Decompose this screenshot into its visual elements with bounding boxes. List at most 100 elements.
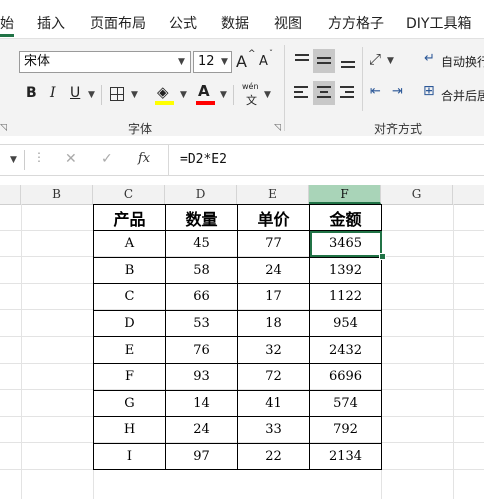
cell[interactable]: 66: [165, 283, 238, 311]
tab-insert[interactable]: 插入: [37, 13, 65, 33]
font-color-chevron-icon[interactable]: ▼: [220, 90, 227, 100]
fill-handle[interactable]: [379, 253, 386, 260]
cell[interactable]: 1122: [309, 283, 382, 311]
tab-home[interactable]: 始: [0, 13, 14, 33]
column-header-A-partial[interactable]: [0, 185, 21, 204]
active-cell[interactable]: 3465: [309, 230, 382, 258]
cell[interactable]: 14: [165, 389, 238, 418]
cell[interactable]: 97: [165, 442, 238, 471]
underline-button[interactable]: U: [70, 85, 80, 101]
header-cell-unit-price[interactable]: 单价: [237, 204, 310, 231]
grow-font-caret-icon: ^: [248, 49, 256, 59]
font-name-combobox[interactable]: 宋体: [19, 51, 191, 73]
cell[interactable]: 41: [237, 389, 310, 418]
column-header-H-partial[interactable]: [453, 185, 484, 204]
cell[interactable]: B: [93, 256, 166, 285]
cell[interactable]: F: [93, 362, 166, 391]
cancel-icon[interactable]: ✕: [65, 151, 77, 167]
italic-button[interactable]: I: [50, 85, 56, 101]
grow-font-button[interactable]: A: [236, 52, 247, 71]
cell[interactable]: A: [93, 230, 166, 258]
fill-color-swatch-bar: [155, 101, 174, 105]
font-color-button[interactable]: A: [198, 82, 210, 100]
column-header-C[interactable]: C: [93, 185, 165, 204]
align-left-button[interactable]: [294, 85, 310, 101]
cell[interactable]: 954: [309, 309, 382, 338]
cell[interactable]: 24: [237, 256, 310, 285]
cell[interactable]: E: [93, 336, 166, 364]
borders-button[interactable]: [110, 87, 124, 101]
fill-color-bucket-icon[interactable]: ◈: [157, 83, 169, 101]
tab-page-layout[interactable]: 页面布局: [90, 13, 146, 33]
clipboard-dialog-launcher-icon[interactable]: ◹: [0, 123, 7, 133]
cell[interactable]: 2432: [309, 336, 382, 364]
align-middle-icon: [317, 57, 331, 59]
header-cell-amount[interactable]: 金额: [309, 204, 382, 231]
shrink-font-button[interactable]: A: [259, 54, 268, 69]
cell[interactable]: 24: [165, 416, 238, 444]
enter-icon[interactable]: ✓: [101, 151, 113, 167]
header-cell-quantity[interactable]: 数量: [165, 204, 238, 231]
cell[interactable]: 58: [165, 256, 238, 285]
cell[interactable]: 22: [237, 442, 310, 471]
cell[interactable]: 33: [237, 416, 310, 444]
cell[interactable]: 93: [165, 362, 238, 391]
cell[interactable]: 574: [309, 389, 382, 418]
fill-color-chevron-icon[interactable]: ▼: [180, 90, 187, 100]
phonetic-chevron-icon[interactable]: ▼: [264, 90, 271, 100]
cell[interactable]: D: [93, 309, 166, 338]
bold-button[interactable]: B: [26, 85, 37, 101]
name-box-chevron-icon[interactable]: ▼: [10, 155, 17, 165]
cell[interactable]: 76: [165, 336, 238, 364]
align-line: [340, 96, 354, 98]
cell[interactable]: H: [93, 416, 166, 444]
increase-indent-icon[interactable]: ⇥: [392, 84, 403, 99]
cell[interactable]: 1392: [309, 256, 382, 285]
cell[interactable]: C: [93, 283, 166, 311]
cell[interactable]: 18: [237, 309, 310, 338]
merge-center-button[interactable]: 合并后居: [441, 87, 484, 104]
phonetic-guide-button[interactable]: 文: [246, 92, 257, 108]
align-top-button[interactable]: [293, 51, 311, 69]
font-size-chevron-icon[interactable]: ▼: [221, 57, 228, 67]
cell[interactable]: 45: [165, 230, 238, 258]
cell[interactable]: 6696: [309, 362, 382, 391]
header-cell-product[interactable]: 产品: [93, 204, 166, 231]
fill-color-swatch: [155, 101, 174, 105]
tab-formulas[interactable]: 公式: [169, 13, 197, 33]
orientation-chevron-icon[interactable]: ▼: [387, 56, 394, 66]
align-bottom-button[interactable]: [339, 51, 357, 69]
tab-data[interactable]: 数据: [221, 13, 249, 33]
cell[interactable]: I: [93, 442, 166, 471]
cell[interactable]: 72: [237, 362, 310, 391]
cell[interactable]: 32: [237, 336, 310, 364]
insert-function-icon[interactable]: fx: [138, 151, 150, 166]
font-dialog-launcher-icon[interactable]: ◹: [274, 123, 281, 133]
cell[interactable]: 2134: [309, 442, 382, 471]
tab-diy-toolbox[interactable]: DIY工具箱: [406, 13, 471, 33]
tab-fangfang-gezi[interactable]: 方方格子: [328, 13, 384, 33]
cell[interactable]: 53: [165, 309, 238, 338]
gridline: [453, 204, 454, 499]
column-header-G[interactable]: G: [381, 185, 453, 204]
column-header-E[interactable]: E: [237, 185, 309, 204]
font-name-chevron-icon[interactable]: ▼: [178, 57, 185, 67]
decrease-indent-icon[interactable]: ⇤: [370, 84, 381, 99]
formula-input[interactable]: =D2*E2: [180, 152, 227, 167]
column-header-F[interactable]: F: [309, 185, 381, 204]
orientation-icon[interactable]: ⤢: [369, 50, 381, 68]
align-right-button[interactable]: [340, 85, 356, 101]
align-center-button[interactable]: [313, 81, 335, 105]
cell[interactable]: 792: [309, 416, 382, 444]
column-header-B[interactable]: B: [21, 185, 93, 204]
cell[interactable]: 17: [237, 283, 310, 311]
wrap-text-button[interactable]: 自动换行: [441, 53, 484, 70]
tab-view[interactable]: 视图: [274, 13, 302, 33]
underline-chevron-icon[interactable]: ▼: [88, 90, 95, 100]
borders-chevron-icon[interactable]: ▼: [131, 90, 138, 100]
cell[interactable]: G: [93, 389, 166, 418]
cell[interactable]: 77: [237, 230, 310, 258]
phonetic-guide-top[interactable]: wén: [242, 82, 259, 91]
align-middle-button[interactable]: [313, 49, 335, 73]
column-header-D[interactable]: D: [165, 185, 237, 204]
